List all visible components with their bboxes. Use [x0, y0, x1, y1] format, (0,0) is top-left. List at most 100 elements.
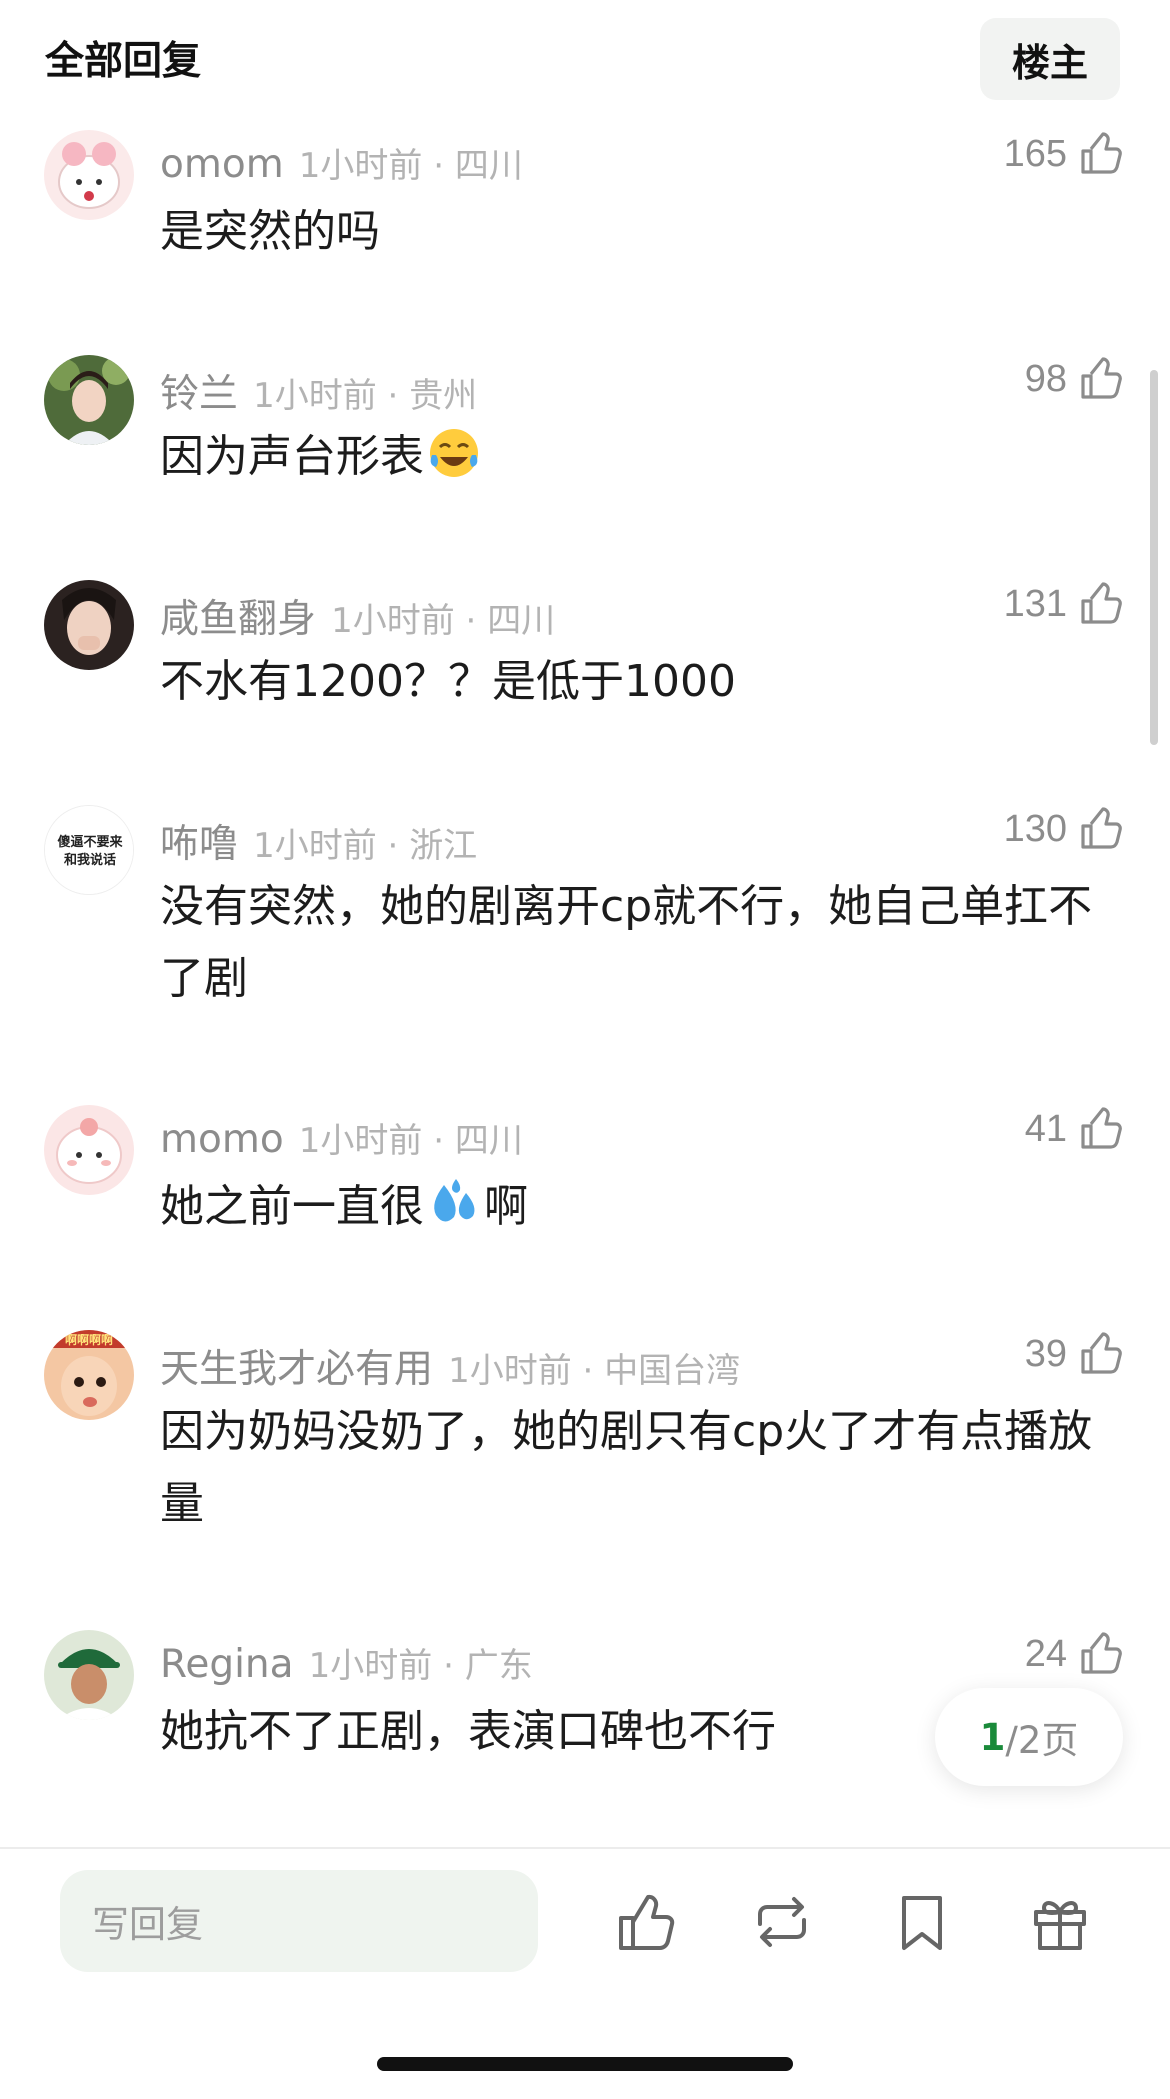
reply-placeholder: 写回复	[92, 1903, 203, 1946]
avatar-text-line1: 傻逼不要来	[57, 834, 123, 850]
like-control[interactable]: 130	[1004, 805, 1125, 853]
comment-text-content: 因为声台形表	[160, 431, 424, 482]
comment-time-location: 1小时前 · 广东	[308, 1646, 533, 1686]
bookmark-icon[interactable]	[890, 1890, 954, 1954]
comment-time: 1小时前	[331, 601, 455, 641]
comment-time-location: 1小时前 · 中国台湾	[448, 1351, 741, 1391]
username[interactable]: 咘噜	[160, 822, 238, 867]
comment-time-location: 1小时前 · 四川	[298, 1121, 523, 1161]
comment-location: 贵州	[409, 376, 478, 416]
comment-meta: 天生我才必有用 1小时前 · 中国台湾	[160, 1338, 740, 1394]
avatar[interactable]	[44, 580, 134, 670]
username[interactable]: momo	[160, 1117, 284, 1162]
thumbs-up-icon[interactable]	[1077, 1330, 1125, 1378]
comment-meta: momo 1小时前 · 四川	[160, 1113, 523, 1162]
comment-meta: omom 1小时前 · 四川	[160, 138, 523, 187]
like-count: 41	[1024, 1107, 1067, 1150]
thumbs-up-icon[interactable]	[1077, 130, 1125, 178]
tears-of-joy-emoji-icon	[430, 429, 478, 477]
comment-location: 四川	[487, 601, 556, 641]
comment-text: 因为声台形表	[160, 421, 1120, 493]
header: 全部回复 楼主	[0, 0, 1170, 110]
owner-only-button[interactable]: 楼主	[980, 18, 1120, 100]
thumbs-up-icon[interactable]	[1077, 1630, 1125, 1678]
avatar-image	[44, 1630, 134, 1720]
comment-meta: 咸鱼翻身 1小时前 · 四川	[160, 588, 555, 644]
comment-text: 是突然的吗	[160, 196, 1120, 268]
like-count: 130	[1003, 807, 1067, 850]
comment-text: 不水有1200？？是低于1000	[160, 646, 1120, 718]
thumbs-up-icon[interactable]	[1077, 805, 1125, 853]
comment-location: 四川	[454, 1121, 523, 1161]
username[interactable]: Regina	[160, 1642, 294, 1687]
scrollbar[interactable]	[1150, 370, 1158, 745]
avatar-image	[44, 355, 134, 445]
gift-icon[interactable]	[1028, 1890, 1092, 1954]
current-page: 1	[979, 1715, 1006, 1759]
comment-text-content: 是突然的吗	[160, 206, 380, 257]
avatar-text-line2: 和我说话	[64, 852, 116, 868]
avatar-image	[44, 1105, 134, 1195]
avatar-image: 傻逼不要来 和我说话	[45, 806, 133, 894]
reply-input[interactable]: 写回复	[60, 1870, 538, 1972]
thumbs-up-icon[interactable]	[1077, 355, 1125, 403]
like-control[interactable]: 24	[1025, 1630, 1125, 1678]
page-indicator[interactable]: 1/2页	[935, 1688, 1123, 1786]
avatar-image	[44, 130, 134, 220]
like-control[interactable]: 165	[1004, 130, 1125, 178]
avatar[interactable]	[44, 1630, 134, 1720]
avatar[interactable]	[44, 130, 134, 220]
comment-text-content: 因为奶妈没奶了，她的剧只有cp火了才有点播放量	[160, 1406, 1093, 1529]
avatar[interactable]	[44, 355, 134, 445]
comment-text: 因为奶妈没奶了，她的剧只有cp火了才有点播放量	[160, 1396, 1120, 1540]
like-count: 24	[1024, 1632, 1067, 1675]
total-pages: /2页	[1005, 1719, 1079, 1762]
comment-text: 她之前一直很 啊	[160, 1171, 1120, 1243]
comment-text-content: 她之前一直很	[160, 1181, 424, 1232]
comment-meta: Regina 1小时前 · 广东	[160, 1638, 533, 1687]
username[interactable]: omom	[160, 142, 284, 187]
comment-time: 1小时前	[308, 1646, 433, 1686]
comment-time: 1小时前	[448, 1351, 572, 1391]
comment-location: 中国台湾	[604, 1351, 741, 1391]
comment-text-content: 没有突然，她的剧离开cp就不行，她自己单扛不了剧	[160, 881, 1093, 1004]
avatar-image	[44, 580, 134, 670]
like-count: 131	[1003, 582, 1067, 625]
sweat-droplets-emoji-icon	[434, 1179, 475, 1222]
comment-time: 1小时前	[298, 146, 423, 186]
like-control[interactable]: 98	[1025, 355, 1125, 403]
like-count: 39	[1024, 1332, 1067, 1375]
comment-time: 1小时前	[298, 1121, 423, 1161]
like-count: 98	[1024, 357, 1067, 400]
page-title: 全部回复	[45, 39, 202, 84]
comment-time-location: 1小时前 · 四川	[331, 601, 556, 641]
comment-time-location: 1小时前 · 浙江	[253, 826, 478, 866]
like-control[interactable]: 39	[1025, 1330, 1125, 1378]
comment-location: 浙江	[409, 826, 478, 866]
avatar[interactable]: 啊啊啊啊	[44, 1330, 134, 1420]
like-control[interactable]: 41	[1025, 1105, 1125, 1153]
like-control[interactable]: 131	[1004, 580, 1125, 628]
comment-time-location: 1小时前 · 贵州	[253, 376, 478, 416]
thumbs-up-icon[interactable]	[1077, 1105, 1125, 1153]
username[interactable]: 铃兰	[160, 372, 238, 417]
comment-meta: 咘噜 1小时前 · 浙江	[160, 813, 477, 869]
avatar-image: 啊啊啊啊	[44, 1330, 134, 1420]
comment-meta: 铃兰 1小时前 · 贵州	[160, 363, 477, 419]
username[interactable]: 天生我才必有用	[160, 1347, 433, 1392]
avatar[interactable]	[44, 1105, 134, 1195]
repost-icon[interactable]	[750, 1890, 814, 1954]
home-indicator[interactable]	[377, 2057, 793, 2071]
thumbs-up-icon[interactable]	[1077, 580, 1125, 628]
comment-time-location: 1小时前 · 四川	[298, 146, 523, 186]
avatar[interactable]: 傻逼不要来 和我说话	[44, 805, 134, 895]
bottom-bar-divider	[0, 1847, 1170, 1849]
comment-location: 广东	[464, 1646, 533, 1686]
username[interactable]: 咸鱼翻身	[160, 597, 316, 642]
thumbs-up-icon[interactable]	[615, 1890, 679, 1954]
comment-text: 没有突然，她的剧离开cp就不行，她自己单扛不了剧	[160, 871, 1120, 1015]
avatar-text-line1: 啊啊啊啊	[65, 1332, 113, 1347]
like-count: 165	[1003, 132, 1067, 175]
comment-text: 她抗不了正剧，表演口碑也不行	[160, 1696, 920, 1768]
comment-time: 1小时前	[253, 826, 377, 866]
